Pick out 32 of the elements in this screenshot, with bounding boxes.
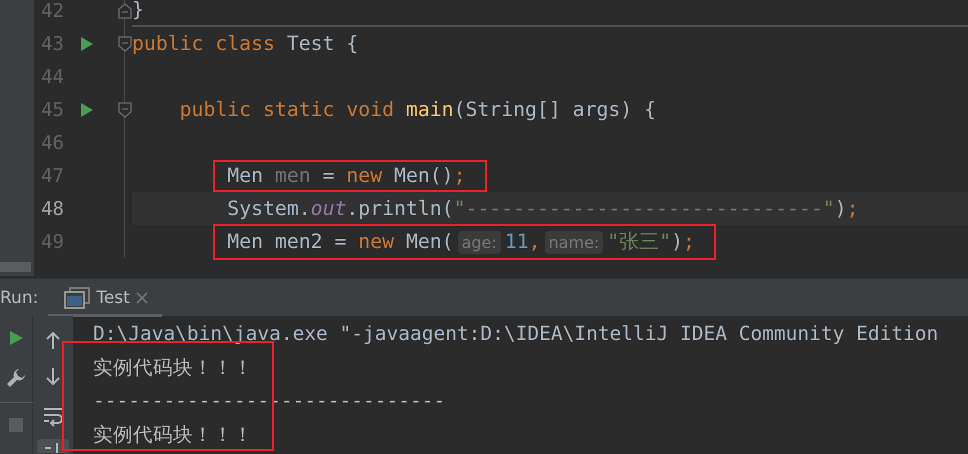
code-line: public class Test { xyxy=(132,32,358,55)
line-number: 45 xyxy=(40,98,64,120)
line-number: 42 xyxy=(40,0,64,22)
console-line: 实例代码块！！！ xyxy=(93,354,254,380)
run-icon[interactable] xyxy=(80,36,94,52)
panel-label: Run: xyxy=(0,288,38,308)
run-tab[interactable]: Test xyxy=(48,278,162,316)
fold-marker-icon[interactable] xyxy=(118,36,132,52)
code-line: Men men = new Men(); xyxy=(227,164,466,187)
console-window-icon xyxy=(64,286,90,308)
line-number: 49 xyxy=(40,230,64,252)
fold-marker-icon[interactable] xyxy=(118,102,132,118)
code-line: System.out.println("------------------------------"); xyxy=(227,197,859,220)
line-number: 43 xyxy=(40,32,64,54)
wrench-icon[interactable] xyxy=(6,368,26,388)
code-line: } xyxy=(132,0,144,21)
code-line: Men men2 = new Men( age: 11, name: "张三"); xyxy=(227,230,695,253)
line-number: 44 xyxy=(40,66,64,88)
run-icon[interactable] xyxy=(80,102,94,118)
console-line: 实例代码块！！！ xyxy=(93,422,254,448)
up-arrow-icon[interactable] xyxy=(46,332,60,349)
code-line: public static void main(String[] args) { xyxy=(180,98,656,121)
close-icon[interactable] xyxy=(136,292,148,304)
fold-marker-icon[interactable] xyxy=(118,2,132,18)
line-number: 48 xyxy=(40,198,64,220)
scrollbar-thumb[interactable] xyxy=(0,262,31,272)
soft-wrap-icon[interactable] xyxy=(44,407,62,427)
line-number: 46 xyxy=(40,132,64,154)
console-line: D:\Java\bin\java.exe "-javaagent:D:\IDEA\IntelliJ IDEA Community Edition xyxy=(93,321,940,347)
line-number: 47 xyxy=(40,164,64,186)
down-arrow-icon[interactable] xyxy=(46,368,60,385)
run-icon[interactable] xyxy=(8,330,24,346)
